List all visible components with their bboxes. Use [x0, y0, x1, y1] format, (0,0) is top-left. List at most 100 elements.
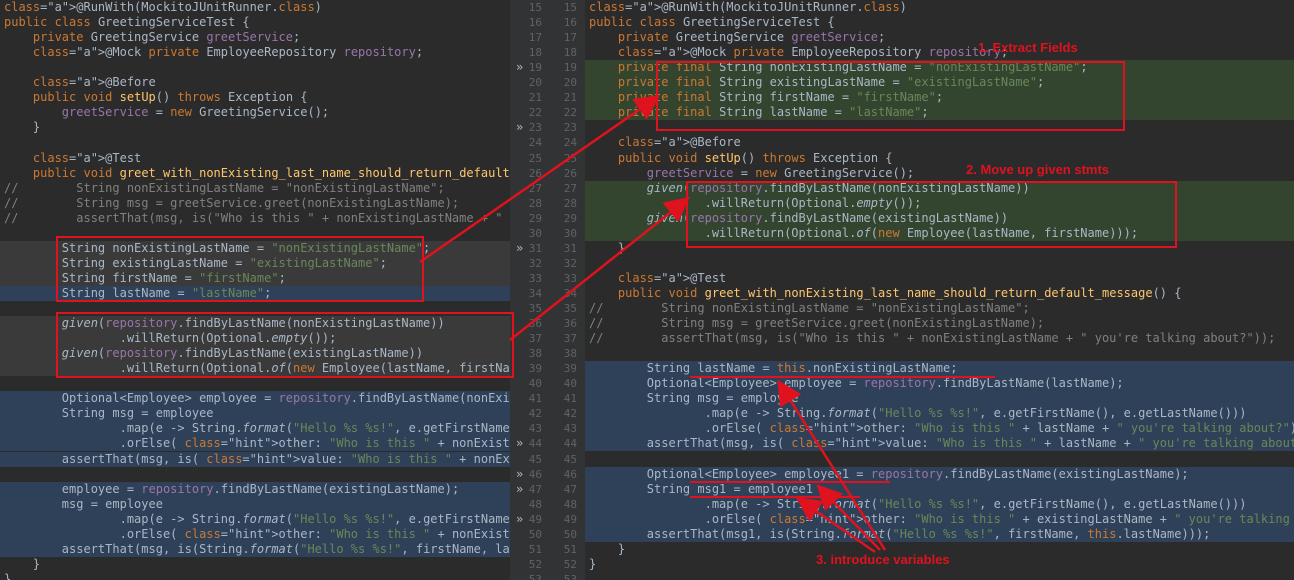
right-code-line[interactable]: .willReturn(Optional.of(new Employee(las…	[585, 225, 1294, 241]
right-code-line[interactable]: private final String nonExistingLastName…	[585, 60, 1294, 76]
right-code-line[interactable]	[585, 572, 1294, 580]
left-code-line[interactable]: .orElse( class="hint">other: "Who is thi…	[0, 436, 510, 452]
left-code-line[interactable]: .orElse( class="hint">other: "Who is thi…	[0, 526, 510, 542]
right-code-line[interactable]	[585, 256, 1294, 271]
left-code-line[interactable]: }	[0, 572, 510, 580]
left-code-line[interactable]: assertThat(msg, is(String.format("Hello …	[0, 541, 510, 557]
left-editor-pane[interactable]: class="a">@RunWith(MockitoJUnitRunner.cl…	[0, 0, 510, 580]
left-code-line[interactable]: given(repository.findByLastName(nonExist…	[0, 316, 510, 332]
right-code-line[interactable]: class="a">@Mock private EmployeeReposito…	[585, 45, 1294, 60]
right-code-line[interactable]: given(repository.findByLastName(nonExist…	[585, 180, 1294, 196]
right-code-line[interactable]: public void setUp() throws Exception {	[585, 151, 1294, 166]
right-code-line[interactable]: }	[585, 241, 1294, 256]
line-number-text: 26	[528, 166, 542, 180]
left-code-line[interactable]: greetService = new GreetingService();	[0, 105, 510, 120]
right-code-line[interactable]: .map(e -> String.format("Hello %s %s!", …	[585, 496, 1294, 512]
left-code-line[interactable]	[0, 301, 510, 316]
right-code-line[interactable]: .orElse( class="hint">other: "Who is thi…	[585, 511, 1294, 527]
left-code-line[interactable]: class="a">@Mock private EmployeeReposito…	[0, 45, 510, 60]
left-code-line[interactable]: class="a">@Test	[0, 151, 510, 166]
left-line-number: 50	[510, 527, 550, 542]
right-code-line[interactable]	[585, 346, 1294, 361]
right-editor-pane[interactable]: class="a">@RunWith(MockitoJUnitRunner.cl…	[585, 0, 1294, 580]
left-code-line[interactable]: class="a">@Before	[0, 75, 510, 90]
diff-gutter: 15 16 17 18 19» 20 21 22 23» 24 25 26 27 28 29 30 31» 32 3…	[510, 0, 585, 580]
right-code-line[interactable]: // String nonExistingLastName = "nonExis…	[585, 301, 1294, 316]
left-code-line[interactable]: }	[0, 557, 510, 572]
right-code-line[interactable]	[585, 452, 1294, 467]
left-code-line[interactable]: private GreetingService greetService;	[0, 30, 510, 45]
right-code-line[interactable]: // assertThat(msg, is("Who is this " + n…	[585, 331, 1294, 346]
diff-marker-icon[interactable]: »	[516, 482, 523, 497]
right-code-line[interactable]: private GreetingService greetService;	[585, 30, 1294, 45]
diff-marker-icon[interactable]: »	[516, 436, 523, 451]
left-code-line[interactable]	[0, 60, 510, 75]
left-code-line[interactable]: Optional<Employee> employee = repository…	[0, 391, 510, 407]
left-code-line[interactable]: }	[0, 120, 510, 135]
right-line-number: 51	[550, 542, 585, 557]
left-code-text: .map(e -> String.format("Hello %s %s!", …	[4, 511, 510, 526]
right-code-line[interactable]: .orElse( class="hint">other: "Who is thi…	[585, 421, 1294, 437]
diff-marker-icon[interactable]: »	[516, 241, 523, 256]
right-code-line[interactable]: class="a">@Before	[585, 135, 1294, 150]
left-code-line[interactable]	[0, 135, 510, 150]
right-code-line[interactable]: greetService = new GreetingService();	[585, 166, 1294, 181]
right-code-line[interactable]: // String msg = greetService.greet(nonEx…	[585, 316, 1294, 331]
left-code-line[interactable]	[0, 226, 510, 241]
right-code-line[interactable]: Optional<Employee> employee = repository…	[585, 376, 1294, 392]
line-number-text: 36	[563, 317, 577, 331]
right-code-line[interactable]: String lastName = this.nonExistingLastNa…	[585, 361, 1294, 377]
right-code-line[interactable]: public class GreetingServiceTest {	[585, 15, 1294, 30]
left-code-line[interactable]: // String msg = greetService.greet(nonEx…	[0, 196, 510, 211]
left-code-line[interactable]: .willReturn(Optional.of(new Employee(las…	[0, 361, 510, 377]
right-code-line[interactable]: assertThat(msg1, is(String.format("Hello…	[585, 526, 1294, 542]
left-code-line[interactable]: // String nonExistingLastName = "nonExis…	[0, 181, 510, 196]
left-code-text: private GreetingService greetService;	[32, 30, 301, 45]
right-code-line[interactable]: String msg = employee	[585, 391, 1294, 407]
left-code-line[interactable]: employee = repository.findByLastName(exi…	[0, 481, 510, 497]
right-code-text: .orElse( class="hint">other: "Who is thi…	[589, 421, 1294, 436]
left-code-line[interactable]: .willReturn(Optional.empty());	[0, 331, 510, 347]
line-number-text: 41	[563, 392, 577, 406]
right-code-line[interactable]: class="a">@RunWith(MockitoJUnitRunner.cl…	[585, 0, 1294, 15]
left-code-line[interactable]: // assertThat(msg, is("Who is this " + n…	[0, 211, 510, 226]
left-code-line[interactable]: .map(e -> String.format("Hello %s %s!", …	[0, 421, 510, 437]
move-up-label: 2. Move up given stmts	[966, 162, 1110, 177]
right-line-number: 24	[550, 135, 585, 150]
left-code-line[interactable]	[0, 376, 510, 391]
diff-marker-icon[interactable]: »	[516, 60, 523, 75]
left-code-line[interactable]	[0, 467, 510, 482]
line-number-text: 29	[528, 211, 542, 225]
right-code-line[interactable]: .willReturn(Optional.empty());	[585, 195, 1294, 211]
right-code-line[interactable]: Optional<Employee> employee1 = repositor…	[585, 466, 1294, 482]
left-code-line[interactable]: .map(e -> String.format("Hello %s %s!", …	[0, 511, 510, 527]
left-code-line[interactable]: msg = employee	[0, 496, 510, 512]
left-code-line[interactable]: public class GreetingServiceTest {	[0, 15, 510, 30]
left-code-line[interactable]: public void greet_with_nonExisting_last_…	[0, 166, 510, 181]
diff-marker-icon[interactable]: »	[516, 512, 523, 527]
left-code-line[interactable]: given(repository.findByLastName(existing…	[0, 346, 510, 362]
right-code-line[interactable]: private final String lastName = "lastNam…	[585, 105, 1294, 121]
right-code-line[interactable]: assertThat(msg, is( class="hint">value: …	[585, 436, 1294, 452]
right-code-line[interactable]: private final String firstName = "firstN…	[585, 90, 1294, 106]
right-code-text: // String nonExistingLastName = "nonExis…	[589, 301, 1030, 315]
left-code-line[interactable]: String firstName = "firstName";	[0, 270, 510, 286]
left-code-line[interactable]: String existingLastName = "existingLastN…	[0, 255, 510, 271]
right-code-line[interactable]: .map(e -> String.format("Hello %s %s!", …	[585, 406, 1294, 422]
left-code-line[interactable]: assertThat(msg, is( class="hint">value: …	[0, 451, 510, 467]
left-code-line[interactable]: public void setUp() throws Exception {	[0, 90, 510, 105]
diff-marker-icon[interactable]: »	[516, 467, 523, 482]
right-code-line[interactable]: class="a">@Test	[585, 271, 1294, 286]
right-code-line[interactable]	[585, 120, 1294, 135]
right-code-line[interactable]: private final String existingLastName = …	[585, 75, 1294, 91]
left-code-line[interactable]: String lastName = "lastName";	[0, 285, 510, 301]
right-code-line[interactable]: String msg1 = employee1	[585, 481, 1294, 497]
right-code-line[interactable]: public void greet_with_nonExisting_last_…	[585, 286, 1294, 301]
left-code-line[interactable]: String msg = employee	[0, 406, 510, 422]
right-line-number: 33	[550, 271, 585, 286]
left-code-line[interactable]: class="a">@RunWith(MockitoJUnitRunner.cl…	[0, 0, 510, 15]
diff-marker-icon[interactable]: »	[516, 120, 523, 135]
line-number-text: 21	[563, 91, 577, 105]
left-code-line[interactable]: String nonExistingLastName = "nonExistin…	[0, 240, 510, 256]
right-code-line[interactable]: given(repository.findByLastName(existing…	[585, 210, 1294, 226]
